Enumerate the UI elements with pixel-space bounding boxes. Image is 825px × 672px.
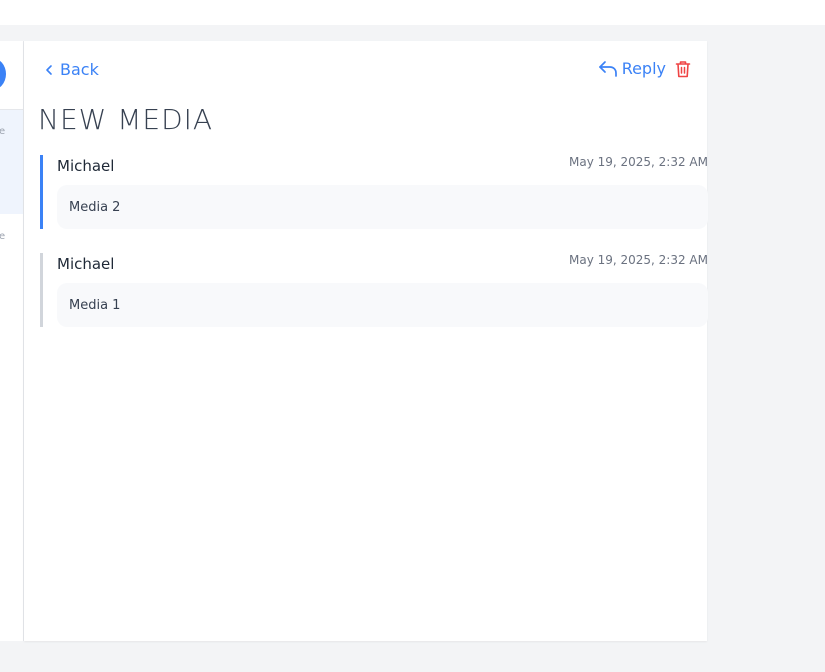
message-header: Michael May 19, 2025, 2:32 AM — [57, 253, 708, 281]
message-author: Michael — [57, 255, 115, 273]
message-body: Media 1 — [57, 283, 708, 327]
message-author: Michael — [57, 157, 115, 175]
trash-icon — [675, 60, 691, 77]
message-list-panel: e e — [0, 41, 24, 641]
chevron-left-icon — [46, 64, 52, 75]
reply-arrow-icon — [598, 60, 617, 77]
reply-label: Reply — [621, 59, 666, 78]
message-thread-panel: Back Reply NEW MEDIA Michael May 19, 202… — [24, 41, 708, 641]
delete-button[interactable] — [675, 60, 691, 78]
page-title: NEW MEDIA — [38, 103, 214, 136]
back-button[interactable]: Back — [42, 60, 99, 79]
back-label: Back — [60, 60, 99, 79]
message-item[interactable]: Michael May 19, 2025, 2:32 AM Media 2 — [40, 155, 708, 229]
thread-actions: Reply — [598, 59, 691, 78]
message-body: Media 2 — [57, 185, 708, 229]
top-bar — [0, 0, 825, 25]
message-header: Michael May 19, 2025, 2:32 AM — [57, 155, 708, 183]
message-date: May 19, 2025, 2:32 AM — [568, 155, 708, 169]
list-item-text-fragment: e — [0, 231, 5, 242]
avatar[interactable] — [0, 58, 6, 90]
message-item[interactable]: Michael May 19, 2025, 2:32 AM Media 1 — [40, 253, 708, 327]
reply-button[interactable]: Reply — [598, 59, 666, 78]
message-date: May 19, 2025, 2:32 AM — [568, 253, 708, 267]
list-item-text-fragment: e — [0, 126, 5, 137]
